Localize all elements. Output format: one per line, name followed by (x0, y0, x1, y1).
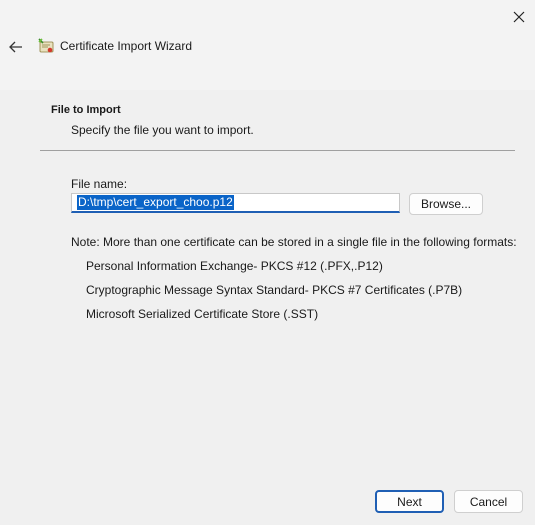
close-button[interactable] (503, 4, 535, 30)
wizard-content: File to Import Specify the file you want… (0, 90, 535, 480)
format-item-p7b: Cryptographic Message Syntax Standard- P… (86, 283, 463, 297)
file-name-value: D:\tmp\cert_export_choo.p12 (77, 195, 234, 210)
format-item-pfx: Personal Information Exchange- PKCS #12 … (86, 259, 383, 273)
browse-button[interactable]: Browse... (409, 193, 483, 215)
formats-note: Note: More than one certificate can be s… (71, 235, 517, 249)
wizard-footer: Next Cancel (0, 480, 535, 525)
format-item-sst: Microsoft Serialized Certificate Store (… (86, 307, 319, 321)
file-name-input[interactable]: D:\tmp\cert_export_choo.p12 (71, 193, 400, 213)
cancel-button[interactable]: Cancel (454, 490, 523, 513)
header-divider (40, 150, 515, 151)
back-button[interactable] (4, 36, 28, 58)
back-arrow-icon (9, 41, 22, 53)
title-bar: Certificate Import Wizard (0, 0, 535, 90)
close-icon (513, 11, 525, 23)
certificate-wizard-icon (38, 38, 54, 53)
page-subheading: Specify the file you want to import. (71, 123, 254, 137)
window-title: Certificate Import Wizard (60, 39, 193, 53)
page-heading: File to Import (51, 104, 121, 116)
next-button[interactable]: Next (375, 490, 444, 513)
certificate-import-wizard-window: Certificate Import Wizard File to Import… (0, 0, 535, 525)
file-name-label: File name: (71, 177, 128, 191)
